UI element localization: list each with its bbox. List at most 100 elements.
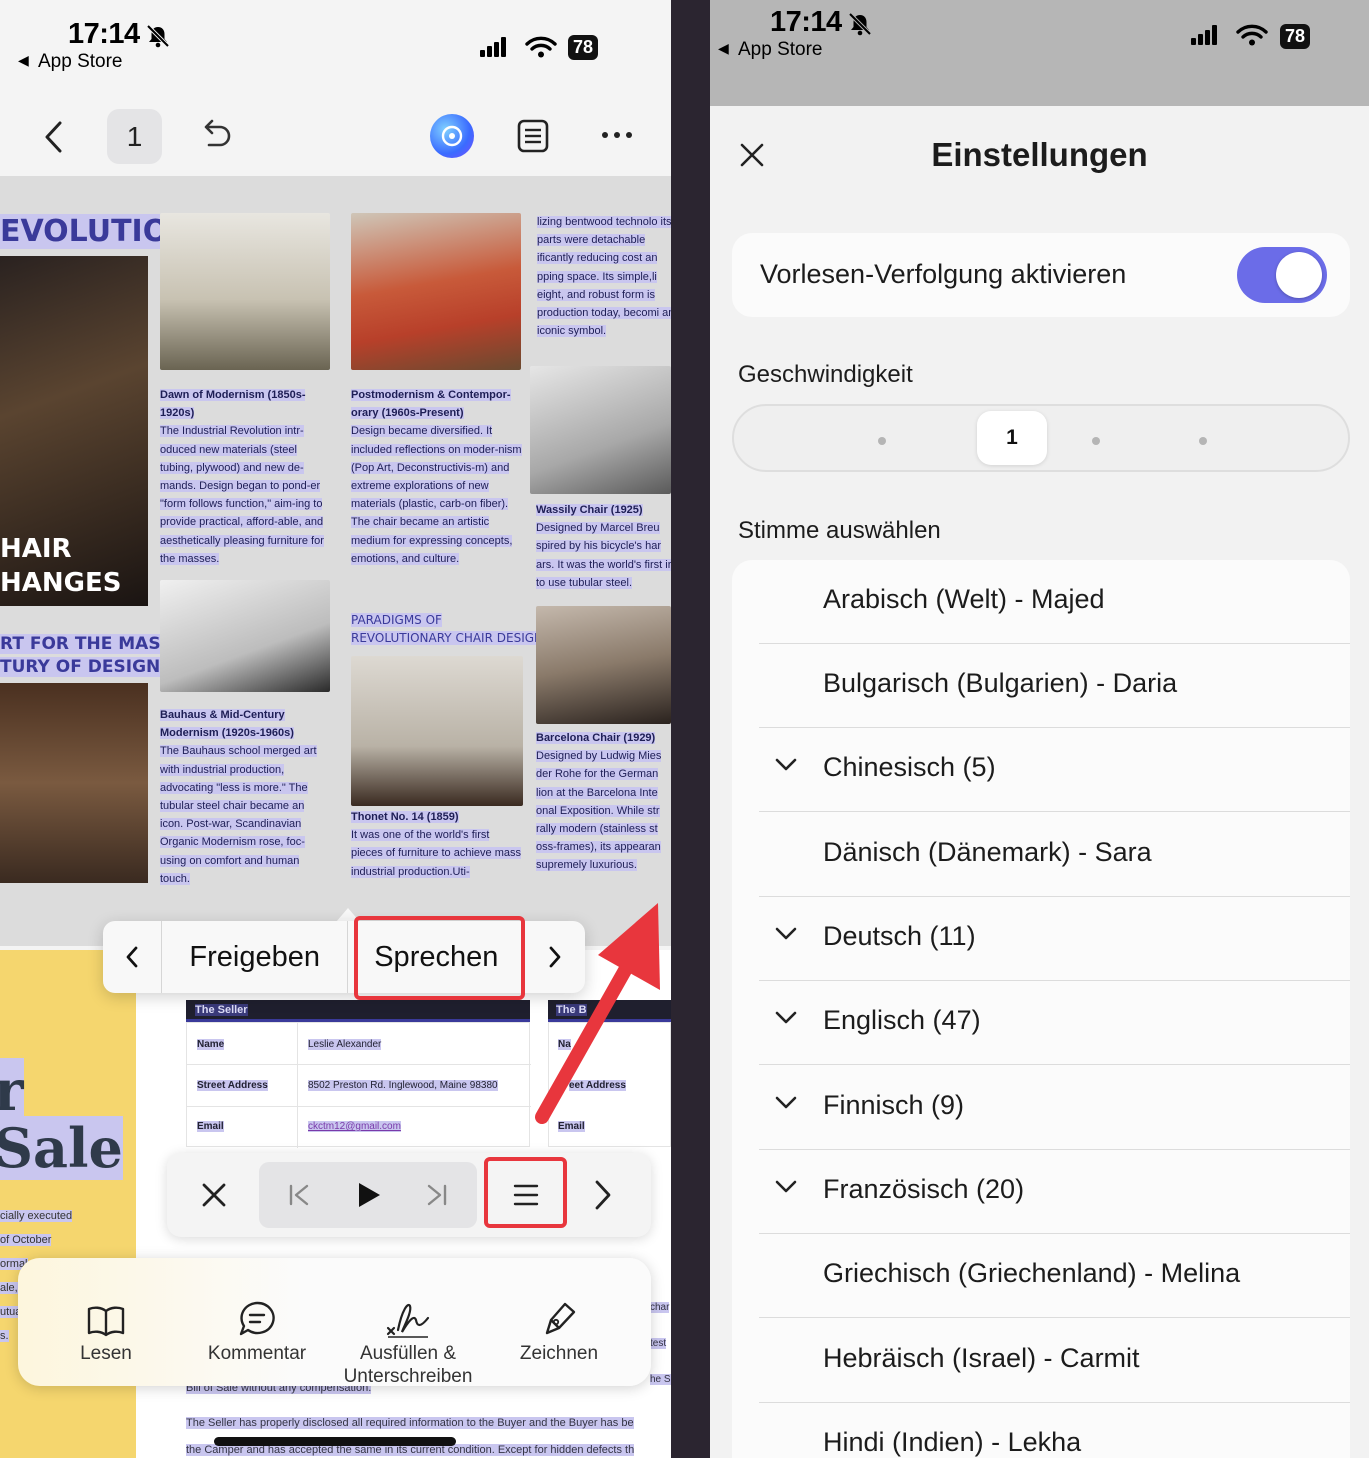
voice-group[interactable]: Chinesisch (5) [759, 728, 1350, 812]
barcelona-text: Barcelona Chair (1929) Designed by Ludwi… [536, 729, 671, 875]
bentwood-text: lizing bentwood technolo its parts were … [537, 213, 671, 340]
back-triangle-icon[interactable]: ◀ [718, 40, 729, 57]
voice-item[interactable]: Arabisch (Welt) - Majed [759, 560, 1350, 644]
speed-step[interactable] [1199, 437, 1207, 445]
voice-name: Bulgarisch (Bulgarien) - Daria [823, 668, 1178, 698]
voice-group[interactable]: Englisch (47) [759, 981, 1350, 1065]
voice-name: Französisch (20) [823, 1174, 1025, 1204]
barcelona-chair-image [536, 606, 671, 724]
voice-item[interactable]: Bulgarisch (Bulgarien) - Daria [759, 644, 1350, 728]
chevron-down-icon[interactable] [775, 927, 797, 941]
pdf-page-chairs[interactable]: EVOLUTION: HAIR HANGES RT FOR THE MASSES… [0, 176, 671, 946]
more-options-icon[interactable] [600, 130, 634, 140]
silent-bell-icon [848, 12, 872, 36]
tab-comment-label: Kommentar [207, 1343, 307, 1364]
speed-selected-value[interactable]: 1 [977, 411, 1047, 465]
chevron-down-icon[interactable] [775, 1096, 797, 1110]
popup-prev-button[interactable] [103, 921, 161, 993]
chair-title-1: HAIR [0, 534, 72, 564]
subtitle-design: TURY OF DESIGN [0, 657, 161, 677]
page-number-button[interactable]: 1 [107, 109, 162, 164]
tracking-label: Vorlesen-Verfolgung aktivieren [760, 259, 1127, 289]
pdf-reader-panel: 17:14 ◀ App Store 78 1 EVOLUTION: HAIR H… [0, 0, 671, 1458]
thonet-text: Thonet No. 14 (1859) It was one of the w… [351, 808, 523, 881]
tab-comment[interactable]: Kommentar [182, 1258, 332, 1365]
thonet-heading: Thonet No. 14 (1859) [351, 811, 459, 823]
play-icon[interactable] [355, 1180, 383, 1210]
pen-icon [545, 1302, 576, 1335]
row-label-email: Email [197, 1121, 224, 1132]
barcelona-body: Designed by Ludwig Mies der Rohe for the… [536, 750, 662, 872]
chevron-down-icon[interactable] [775, 1180, 797, 1194]
back-triangle-icon[interactable]: ◀ [18, 52, 29, 69]
voice-name: Finnisch (9) [823, 1090, 965, 1120]
wassily-text: Wassily Chair (1925) Designed by Marcel … [536, 501, 671, 592]
speed-slider[interactable]: 1 [732, 404, 1350, 472]
striped-armchair-image [351, 213, 521, 370]
shell-chairs-image [160, 213, 330, 370]
wifi-icon [1236, 24, 1268, 46]
bottom-tool-bar: Lesen Kommentar Ausfüllen & Unterschreib… [18, 1258, 651, 1388]
voice-name: Englisch (47) [823, 1005, 981, 1035]
voice-item[interactable]: Griechisch (Griechenland) - Melina [759, 1234, 1350, 1318]
tab-fill-sign-label-1: Ausfüllen & [359, 1343, 457, 1364]
row-value-email[interactable]: ckctm12@gmail.com [308, 1121, 401, 1132]
book-icon [87, 1306, 125, 1337]
chevron-down-icon[interactable] [775, 1011, 797, 1025]
undo-icon[interactable] [199, 118, 233, 152]
close-icon[interactable] [200, 1181, 228, 1209]
tab-draw[interactable]: Zeichnen [484, 1258, 634, 1365]
tracking-toggle[interactable] [1237, 247, 1327, 303]
postmodern-heading: Postmodernism & Contempor-orary (1960s-P… [351, 389, 511, 420]
status-time: 17:14 [68, 18, 140, 50]
back-to-app-store[interactable]: App Store [38, 51, 123, 73]
row-value-name: Leslie Alexander [308, 1039, 382, 1050]
wassily-body: Designed by Marcel Breu spired by his bi… [536, 522, 671, 589]
sale-word-2: Sale [0, 1116, 123, 1180]
voice-group[interactable]: Deutsch (11) [759, 897, 1350, 981]
skip-back-icon[interactable] [287, 1182, 311, 1208]
seller-table-header: The Seller [186, 1000, 530, 1022]
split-view-divider[interactable] [671, 0, 710, 1458]
annotation-arrow [535, 903, 660, 1124]
fragment: test [650, 1338, 667, 1349]
sale-text-line: The Seller has properly disclosed all re… [186, 1417, 634, 1429]
voice-item[interactable]: Dänisch (Dänemark) - Sara [759, 813, 1350, 897]
paradigms-line-2: REVOLUTIONARY CHAIR DESIGN [351, 631, 544, 645]
right-fragments: char test he S [650, 1290, 671, 1398]
status-time: 17:14 [770, 6, 842, 38]
chevron-left-icon [126, 946, 138, 968]
share-button[interactable]: Freigeben [162, 921, 348, 993]
voice-list: Arabisch (Welt) - Majed Bulgarisch (Bulg… [732, 560, 1350, 1458]
voice-item[interactable]: Hebräisch (Israel) - Carmit [759, 1319, 1350, 1403]
ai-assistant-icon[interactable] [430, 114, 474, 158]
skip-forward-icon[interactable] [425, 1182, 449, 1208]
voice-group[interactable]: Französisch (20) [759, 1150, 1350, 1234]
voice-name: Hindi (Indien) - Lekha [823, 1427, 1082, 1457]
back-chevron-icon[interactable] [42, 120, 64, 154]
speed-step[interactable] [1092, 437, 1100, 445]
sale-line: of October [0, 1234, 52, 1246]
thonet-chair-image [351, 656, 523, 806]
paradigms-line-1: PARADIGMS OF [351, 613, 442, 627]
dawn-body: The Industrial Revolution intr-oduced ne… [160, 425, 324, 565]
sale-line: cially executed [0, 1210, 73, 1222]
outline-list-icon[interactable] [516, 118, 550, 154]
tab-read[interactable]: Lesen [31, 1258, 181, 1365]
fragment: char [650, 1302, 670, 1313]
lounge-chair-image [160, 580, 330, 692]
battery-level: 78 [568, 35, 599, 60]
back-to-app-store[interactable]: App Store [738, 39, 823, 61]
voice-name: Arabisch (Welt) - Majed [823, 584, 1105, 614]
voice-name: Dänisch (Dänemark) - Sara [823, 837, 1152, 867]
tab-fill-sign[interactable]: Ausfüllen & Unterschreiben [333, 1258, 483, 1388]
read-aloud-player [167, 1153, 651, 1237]
chevron-right-icon[interactable] [593, 1178, 613, 1212]
speed-step[interactable] [878, 437, 886, 445]
seller-header-text: The Seller [195, 1004, 248, 1016]
sale-word-1: r [0, 1058, 24, 1124]
voice-group[interactable]: Finnisch (9) [759, 1066, 1350, 1150]
chevron-down-icon[interactable] [775, 758, 797, 772]
voice-item[interactable]: Hindi (Indien) - Lekha [759, 1403, 1350, 1458]
tab-read-label: Lesen [80, 1343, 132, 1364]
